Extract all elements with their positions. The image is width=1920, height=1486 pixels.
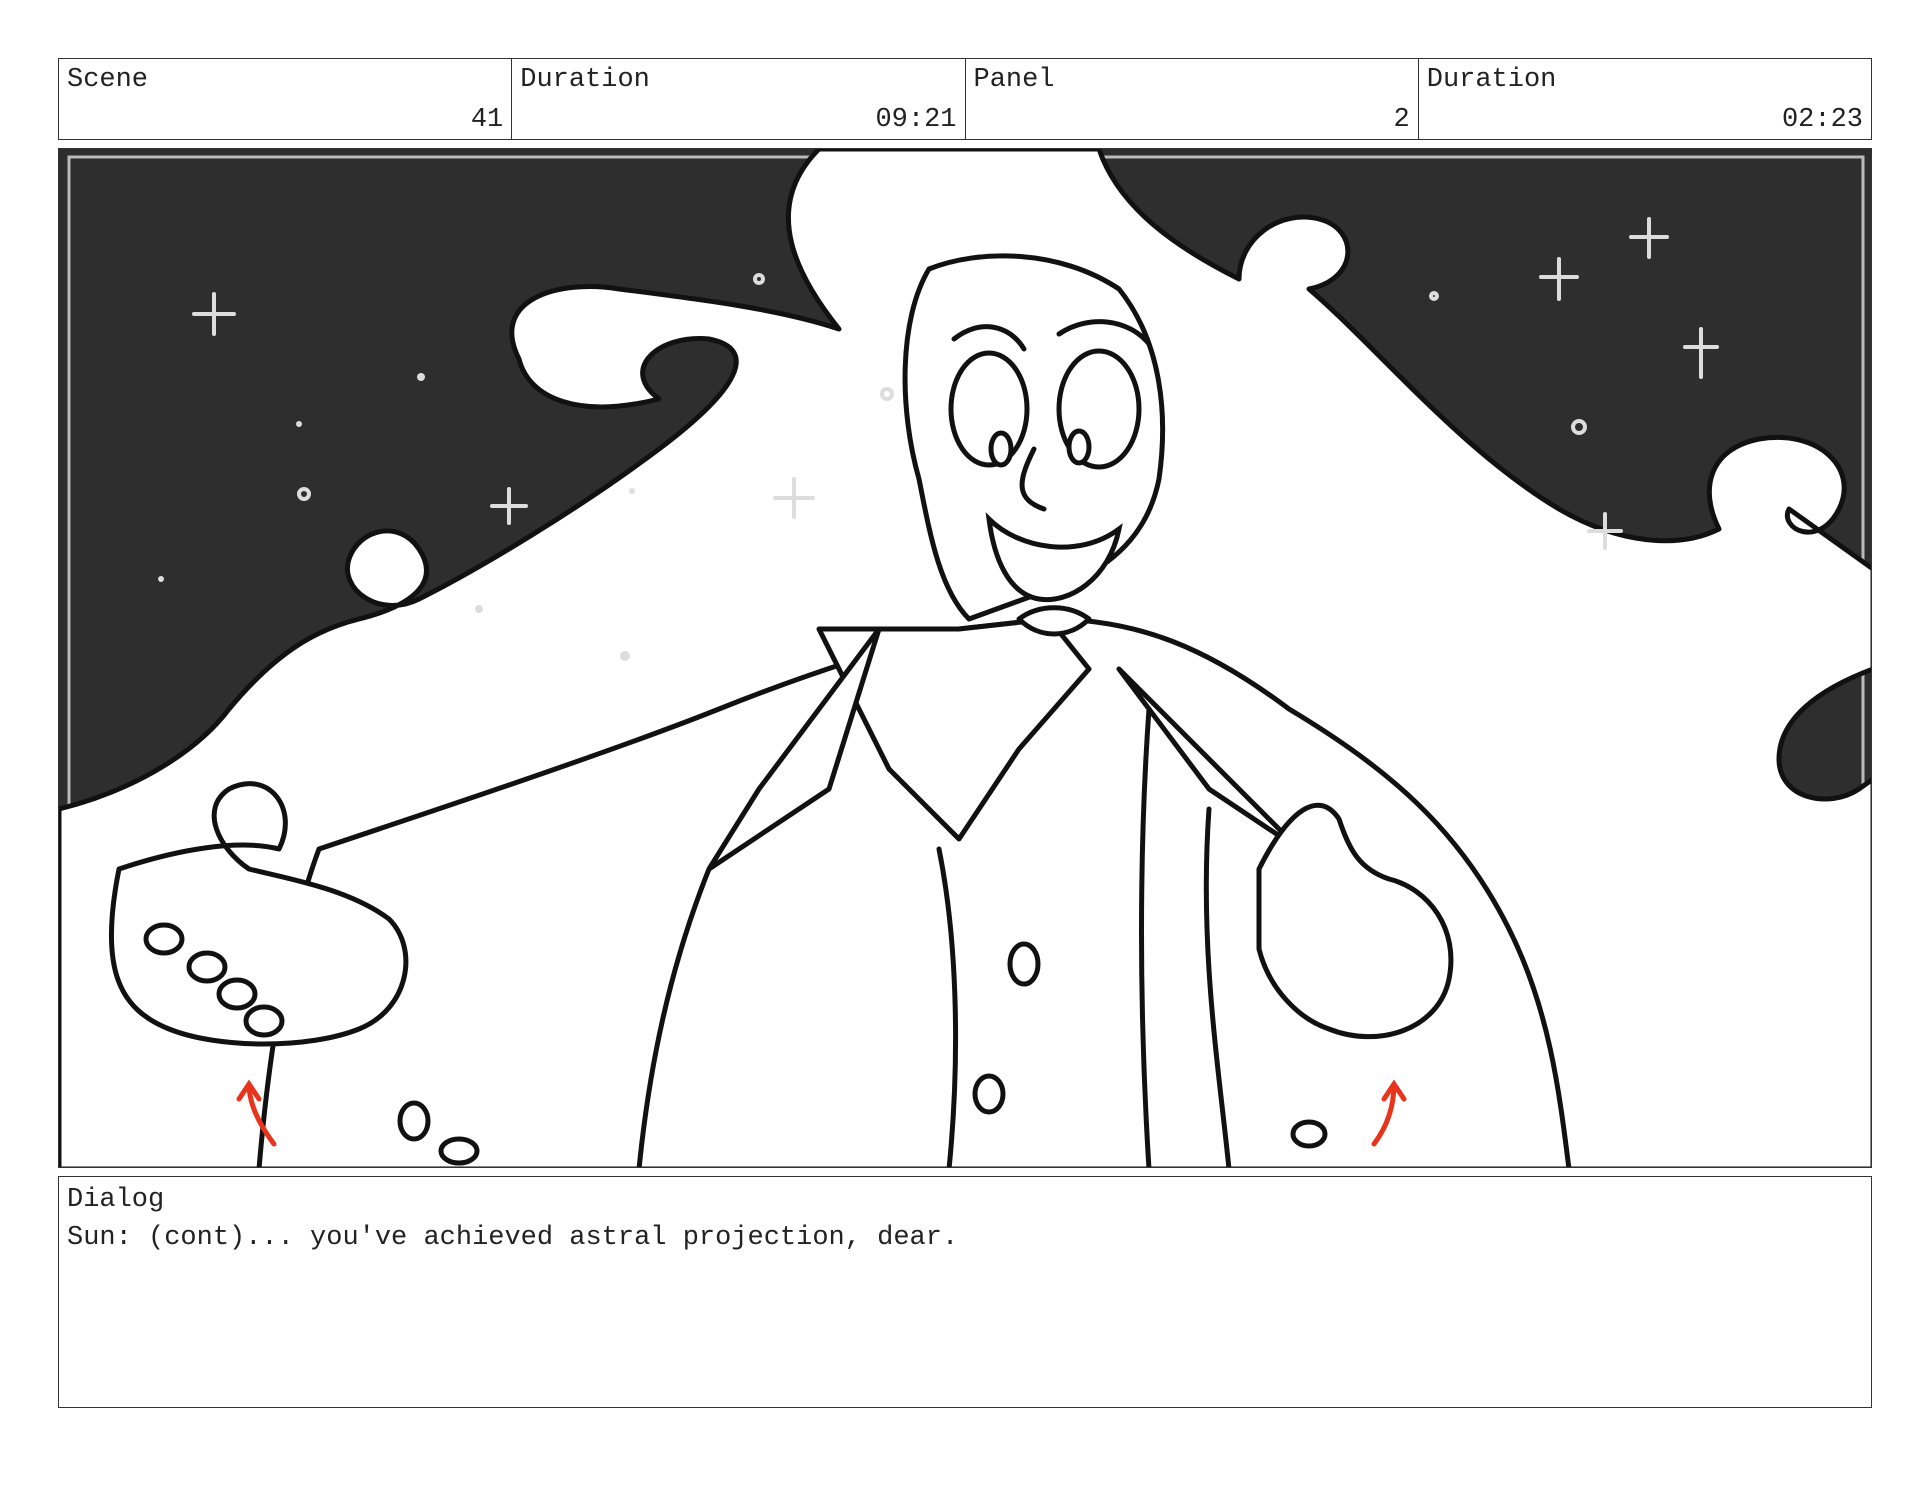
finger-tip bbox=[243, 1004, 285, 1038]
panel-duration-label: Duration bbox=[1426, 65, 1557, 95]
panel-cell: Panel 2 bbox=[966, 59, 1419, 139]
neck-bow bbox=[1016, 605, 1092, 637]
scene-duration-cell: Duration 09:21 bbox=[512, 59, 966, 139]
panel-duration-value: 02:23 bbox=[1781, 105, 1863, 135]
dialog-text: Sun: (cont)... you've achieved astral pr… bbox=[67, 1223, 959, 1253]
scene-number: 41 bbox=[470, 105, 504, 135]
finger-tip bbox=[143, 922, 185, 956]
storyboard-panel bbox=[58, 148, 1872, 1168]
panel-number: 2 bbox=[1393, 105, 1410, 135]
panel-label: Panel bbox=[973, 65, 1055, 95]
chain-link bbox=[397, 1100, 431, 1142]
info-header: Scene 41 Duration 09:21 Panel 2 Duration… bbox=[58, 58, 1872, 140]
vest-button bbox=[972, 1073, 1006, 1115]
cuff-button bbox=[1290, 1119, 1328, 1149]
vest-button bbox=[1007, 941, 1041, 987]
dialog-label: Dialog bbox=[67, 1185, 165, 1215]
scene-duration-label: Duration bbox=[520, 65, 650, 95]
scene-label: Scene bbox=[67, 65, 149, 95]
panel-duration-cell: Duration 02:23 bbox=[1419, 59, 1871, 139]
right-pupil bbox=[1066, 428, 1092, 466]
scene-duration-value: 09:21 bbox=[875, 105, 957, 135]
chain-link bbox=[438, 1136, 480, 1166]
scene-cell: Scene 41 bbox=[59, 59, 513, 139]
storyboard-drawing bbox=[59, 149, 1871, 1167]
finger-tip bbox=[186, 950, 228, 984]
finger-tip bbox=[216, 977, 258, 1011]
left-pupil bbox=[988, 430, 1014, 468]
dialog-box: Dialog Sun: (cont)... you've achieved as… bbox=[58, 1176, 1872, 1408]
